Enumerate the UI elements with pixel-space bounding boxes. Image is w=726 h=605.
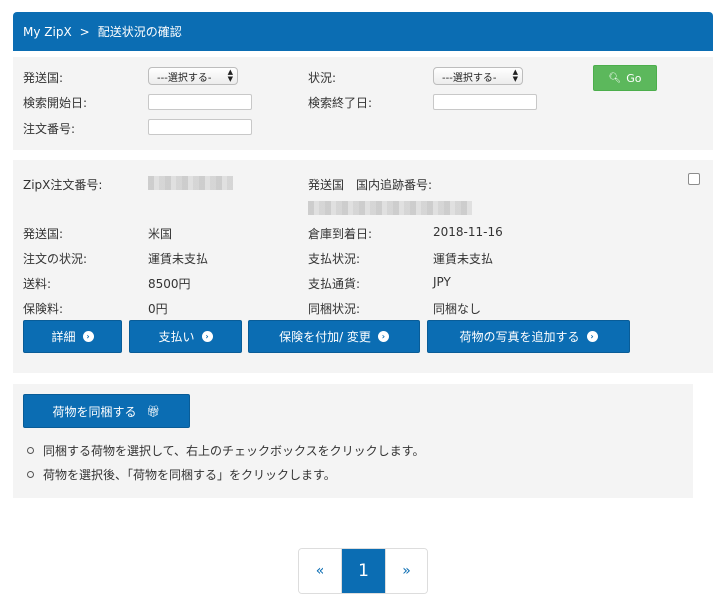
search-panel: 発送国: ---選択する- ▲ ▼ 状況: ---選択する- ▲ ▼ 🔍︎ Go 検… [13, 57, 713, 150]
insurance-fee-value: 0円 [148, 302, 168, 316]
start-date-input[interactable] [148, 94, 252, 110]
chevron-right-icon: › [586, 331, 598, 342]
status-select[interactable]: ---選択する- ▲ ▼ [433, 67, 523, 85]
list-item: 同梱する荷物を選択して、右上のチェックボックスをクリックします。 [27, 440, 424, 464]
warehouse-arrival-label: 倉庫到着日: [308, 227, 373, 241]
select-checkbox[interactable] [688, 173, 700, 185]
chevron-right-icon: › [201, 331, 213, 342]
country-label: 発送国: [23, 227, 64, 241]
start-date-label: 検索開始日: [23, 96, 88, 110]
insurance-button[interactable]: 保険を付加/ 変更 › [248, 320, 420, 353]
end-date-input[interactable] [433, 94, 537, 110]
combine-button-label: 荷物を同梱する [52, 404, 137, 419]
insurance-button-label: 保険を付加/ 変更 [279, 330, 371, 344]
order-number-label: 注文番号: [23, 122, 76, 136]
details-button[interactable]: 詳細 › [23, 320, 122, 353]
order-card: ZipX注文番号: 発送国 国内追跡番号: 発送国: 米国 倉庫到着日: 201… [13, 160, 713, 373]
select-arrows-icon: ▲ ▼ [227, 68, 233, 83]
page-title: 配送状況の確認 [97, 25, 182, 39]
tracking-label: 発送国 国内追跡番号: [308, 178, 433, 192]
country-label: 発送国: [23, 71, 64, 85]
gift-icon: 🎁︎ [146, 404, 161, 418]
bullet-icon [27, 447, 34, 454]
pagination: « 1 » [298, 548, 428, 594]
insurance-fee-label: 保険料: [23, 302, 64, 316]
order-status-label: 注文の状況: [23, 252, 88, 266]
instruction-text: 荷物を選択後、「荷物を同梱する」をクリックします。 [43, 468, 336, 482]
search-icon: 🔍︎ [608, 72, 622, 84]
go-button[interactable]: 🔍︎ Go [593, 65, 657, 91]
zipx-order-label: ZipX注文番号: [23, 178, 103, 192]
order-number-input[interactable] [148, 119, 252, 135]
list-item: 荷物を選択後、「荷物を同梱する」をクリックします。 [27, 464, 424, 488]
page-1-button[interactable]: 1 [341, 549, 385, 593]
country-select[interactable]: ---選択する- ▲ ▼ [148, 67, 238, 85]
combine-packages-button[interactable]: 荷物を同梱する 🎁︎ [23, 394, 190, 428]
prev-page-button[interactable]: « [299, 549, 341, 593]
payment-currency-label: 支払通貨: [308, 277, 361, 291]
bundle-status-label: 同梱状況: [308, 302, 361, 316]
bundle-status-value: 同梱なし [433, 302, 482, 316]
next-page-button[interactable]: » [385, 549, 427, 593]
add-photo-button[interactable]: 荷物の写真を追加する › [427, 320, 630, 353]
add-photo-button-label: 荷物の写真を追加する [459, 330, 580, 344]
country-value: 米国 [148, 227, 173, 241]
end-date-label: 検索終了日: [308, 96, 373, 110]
order-status-value: 運賃未支払 [148, 252, 209, 266]
pay-button[interactable]: 支払い › [129, 320, 242, 353]
payment-status-label: 支払状況: [308, 252, 361, 266]
warehouse-arrival-value: 2018-11-16 [433, 225, 503, 239]
details-button-label: 詳細 [51, 330, 76, 344]
instruction-text: 同梱する荷物を選択して、右上のチェックボックスをクリックします。 [43, 444, 425, 458]
payment-currency-value: JPY [433, 275, 451, 289]
pay-button-label: 支払い [158, 330, 195, 344]
breadcrumb-home-link[interactable]: My ZipX [23, 25, 72, 39]
combine-panel: 荷物を同梱する 🎁︎ 同梱する荷物を選択して、右上のチェックボックスをクリックし… [13, 384, 693, 498]
breadcrumb: My ZipX > 配送状況の確認 [13, 12, 713, 51]
chevron-right-icon: › [377, 331, 389, 342]
shipping-fee-value: 8500円 [148, 277, 191, 291]
chevron-right-icon: › [82, 331, 94, 342]
country-select-value: ---選択する- [157, 72, 212, 84]
breadcrumb-separator: > [79, 24, 90, 39]
go-button-label: Go [626, 71, 642, 85]
payment-status-value: 運賃未支払 [433, 252, 494, 266]
status-label: 状況: [308, 71, 337, 85]
instructions-list: 同梱する荷物を選択して、右上のチェックボックスをクリックします。 荷物を選択後、… [27, 440, 424, 488]
redacted-tracking-number [308, 201, 472, 215]
select-arrows-icon: ▲ ▼ [512, 68, 518, 83]
status-select-value: ---選択する- [442, 72, 497, 84]
bullet-icon [27, 471, 34, 478]
shipping-fee-label: 送料: [23, 277, 52, 291]
redacted-order-number [148, 176, 233, 190]
